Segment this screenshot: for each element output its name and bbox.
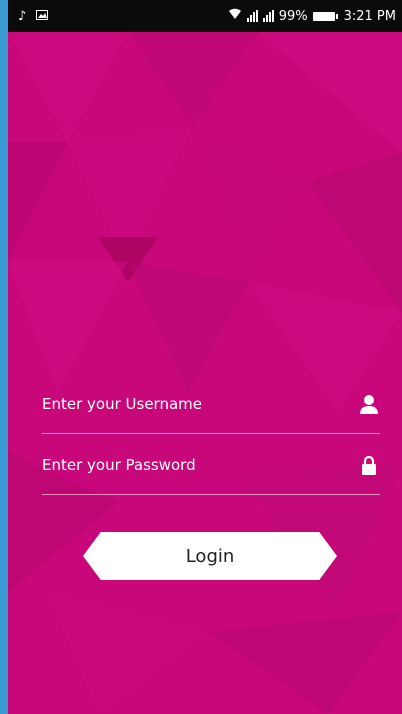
clock: 3:21 PM bbox=[343, 8, 396, 24]
password-field[interactable] bbox=[42, 435, 380, 495]
triangle-pattern-background bbox=[8, 32, 402, 714]
signal-icon bbox=[246, 10, 258, 22]
username-input[interactable] bbox=[42, 394, 358, 413]
battery-percent: 99% bbox=[278, 8, 308, 24]
password-input[interactable] bbox=[42, 455, 358, 474]
music-note-icon: ♪ bbox=[18, 8, 27, 24]
username-field[interactable] bbox=[42, 374, 380, 434]
login-button[interactable]: Login bbox=[83, 532, 337, 580]
wifi-icon bbox=[228, 8, 242, 24]
signal-icon bbox=[262, 10, 274, 22]
user-icon bbox=[358, 393, 380, 415]
status-bar: ♪ 99% 3:21 PM bbox=[8, 0, 402, 32]
image-icon bbox=[36, 9, 49, 24]
lock-icon bbox=[358, 454, 380, 476]
battery-icon bbox=[312, 11, 338, 21]
login-screen: ♪ 99% 3:21 PM Enter your Username Login bbox=[8, 0, 402, 714]
